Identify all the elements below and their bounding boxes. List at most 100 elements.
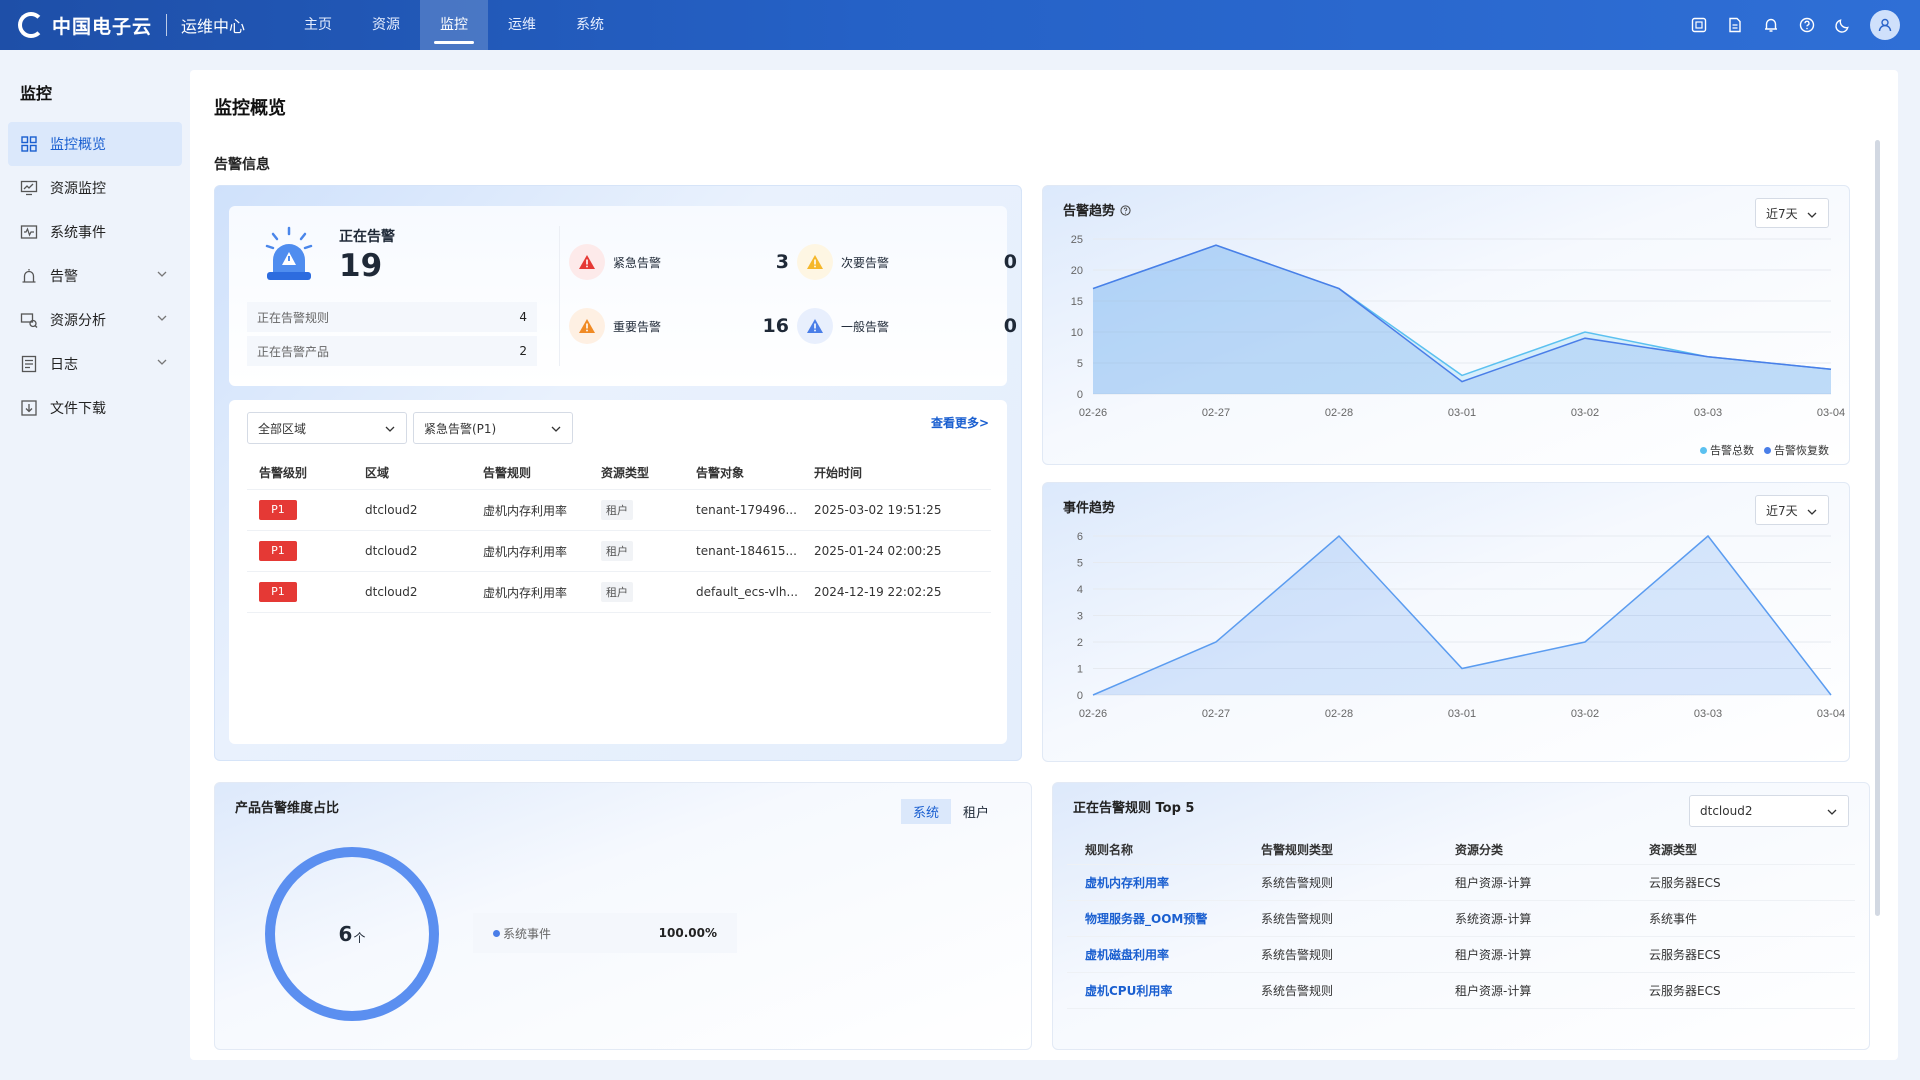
level-label: 一般告警 xyxy=(841,319,890,334)
x-tick-label: 02-26 xyxy=(1079,708,1107,720)
sidebar-item-resource-analysis[interactable]: 资源分析 xyxy=(8,298,182,342)
analysis-icon xyxy=(20,313,38,328)
column-header: 资源类型 xyxy=(601,466,650,480)
help-icon[interactable] xyxy=(1798,16,1816,34)
sidebar-item-label: 文件下载 xyxy=(50,401,106,417)
region-select[interactable]: dtcloud2 xyxy=(1689,795,1849,827)
nav-resources[interactable]: 资源 xyxy=(352,0,420,50)
sidebar-item-label: 告警 xyxy=(50,269,78,285)
table-row: 虚机内存利用率 系统告警规则 租户资源-计算 云服务器ECS xyxy=(1067,865,1855,901)
rule-link[interactable]: 虚机磁盘利用率 xyxy=(1085,948,1169,962)
warning-icon xyxy=(797,308,833,344)
legend-label: 系统事件 xyxy=(503,926,552,941)
legend-item[interactable]: 告警总数 xyxy=(1700,442,1754,458)
table-row[interactable]: P1 dtcloud2 虚机内存利用率 租户 tenant-179496... … xyxy=(247,490,991,531)
sidebar-item-resource-monitor[interactable]: 资源监控 xyxy=(8,166,182,210)
table-row[interactable]: P1 dtcloud2 虚机内存利用率 租户 tenant-184615... … xyxy=(247,531,991,572)
resource-type-tag: 租户 xyxy=(601,541,633,561)
level-label: 紧急告警 xyxy=(613,255,662,270)
warning-icon xyxy=(569,308,605,344)
table-row[interactable]: P1 dtcloud2 虚机内存利用率 租户 default_ecs-vlh..… xyxy=(247,572,991,613)
chart-legend: 告警总数 告警恢复数 xyxy=(1700,442,1829,458)
y-tick-label: 4 xyxy=(1077,584,1083,596)
column-header: 区域 xyxy=(365,466,390,480)
moon-icon[interactable] xyxy=(1834,16,1852,34)
chevron-down-icon[interactable] xyxy=(156,312,168,324)
level-value: 0 xyxy=(1003,315,1017,337)
x-tick-label: 02-28 xyxy=(1325,708,1353,720)
sidebar-item-label: 监控概览 xyxy=(50,137,106,153)
tab-tenant[interactable]: 租户 xyxy=(951,799,1001,824)
document-icon[interactable] xyxy=(1726,16,1744,34)
y-tick-label: 6 xyxy=(1077,531,1083,543)
divider xyxy=(559,226,560,366)
donut-center: 6个 xyxy=(265,847,439,1021)
download-icon xyxy=(21,400,37,416)
x-tick-label: 03-04 xyxy=(1817,708,1845,720)
region-select-value: 全部区域 xyxy=(258,421,307,436)
column-header: 开始时间 xyxy=(814,466,863,480)
x-tick-label: 03-03 xyxy=(1694,708,1722,720)
view-more-link[interactable]: 查看更多> xyxy=(931,414,989,431)
region-select-value: dtcloud2 xyxy=(1700,804,1753,818)
product-ratio-card: 产品告警维度占比 系统 租户 6个 系统事件 100.00% xyxy=(214,782,1032,1050)
sidebar-item-alarm[interactable]: 告警 xyxy=(8,254,182,298)
tab-system[interactable]: 系统 xyxy=(900,799,951,824)
column-header: 资源分类 xyxy=(1455,843,1504,857)
alarm-count: 19 xyxy=(339,248,383,284)
level-normal[interactable]: 一般告警 0 xyxy=(797,306,1017,346)
sidebar-item-label: 系统事件 xyxy=(50,225,106,241)
series-area xyxy=(1093,245,1831,394)
table-cell: 系统告警规则 xyxy=(1261,912,1334,926)
x-tick-label: 02-27 xyxy=(1202,708,1230,720)
avatar[interactable] xyxy=(1870,10,1900,40)
alarm-title: 正在告警 xyxy=(339,229,395,245)
sidebar-item-log[interactable]: 日志 xyxy=(8,342,182,386)
sidebar-item-system-events[interactable]: 系统事件 xyxy=(8,210,182,254)
level-critical[interactable]: 紧急告警 3 xyxy=(569,242,789,282)
x-tick-label: 03-01 xyxy=(1448,708,1476,720)
bell-icon[interactable] xyxy=(1762,16,1780,34)
rule-link[interactable]: 物理服务器_OOM预警 xyxy=(1085,912,1207,926)
table-cell: 2025-01-24 02:00:25 xyxy=(814,544,942,558)
table-cell: tenant-179496... xyxy=(696,503,797,517)
log-icon xyxy=(21,355,37,373)
alarm-trend-card: 告警趋势 近7天 0 5 10 15 20 25 02-26 02-27 02-28 03-01 0… xyxy=(1042,185,1850,465)
legend-item[interactable]: 告警恢复数 xyxy=(1764,442,1829,458)
alarm-panel: 正在告警 19 正在告警规则 4 正在告警产品 2 紧急告警 3 次要告警 0 重要… xyxy=(214,185,1022,761)
alarm-icon xyxy=(22,269,36,283)
sidebar-item-file-download[interactable]: 文件下载 xyxy=(8,386,182,430)
region-select[interactable]: 全部区域 xyxy=(247,412,407,444)
y-tick-label: 10 xyxy=(1071,327,1083,339)
x-tick-label: 02-28 xyxy=(1325,407,1353,419)
nav-home[interactable]: 主页 xyxy=(284,0,352,50)
scrollbar[interactable] xyxy=(1875,140,1880,916)
rule-link[interactable]: 虚机CPU利用率 xyxy=(1085,984,1172,998)
monitor-icon xyxy=(20,180,38,196)
card-title: 正在告警规则 Top 5 xyxy=(1073,801,1195,816)
sidebar-title: 监控 xyxy=(20,84,53,103)
logo[interactable]: 中国电子云 运维中心 xyxy=(18,0,245,50)
table-cell: 租户资源-计算 xyxy=(1455,876,1532,890)
chevron-down-icon[interactable] xyxy=(156,268,168,280)
table-cell: 虚机内存利用率 xyxy=(483,544,568,559)
y-tick-label: 0 xyxy=(1077,690,1083,702)
table-cell: 虚机内存利用率 xyxy=(483,585,568,600)
screen-icon[interactable] xyxy=(1690,16,1708,34)
nav-system[interactable]: 系统 xyxy=(556,0,624,50)
level-minor[interactable]: 次要告警 0 xyxy=(797,242,1017,282)
sidebar-item-overview[interactable]: 监控概览 xyxy=(8,122,182,166)
y-tick-label: 0 xyxy=(1077,389,1083,401)
chevron-down-icon[interactable] xyxy=(156,356,168,368)
level-value: 0 xyxy=(1003,251,1017,273)
level-label: 重要告警 xyxy=(613,319,662,334)
donut-total: 6 xyxy=(338,922,353,946)
table-header: 规则名称 告警规则类型 资源分类 资源类型 xyxy=(1067,835,1855,865)
nav-monitor[interactable]: 监控 xyxy=(420,0,488,50)
nav-ops[interactable]: 运维 xyxy=(488,0,556,50)
chevron-down-icon xyxy=(551,426,561,432)
x-tick-label: 03-01 xyxy=(1448,407,1476,419)
level-select[interactable]: 紧急告警(P1) xyxy=(413,412,573,444)
level-major[interactable]: 重要告警 16 xyxy=(569,306,789,346)
rule-link[interactable]: 虚机内存利用率 xyxy=(1085,876,1169,890)
